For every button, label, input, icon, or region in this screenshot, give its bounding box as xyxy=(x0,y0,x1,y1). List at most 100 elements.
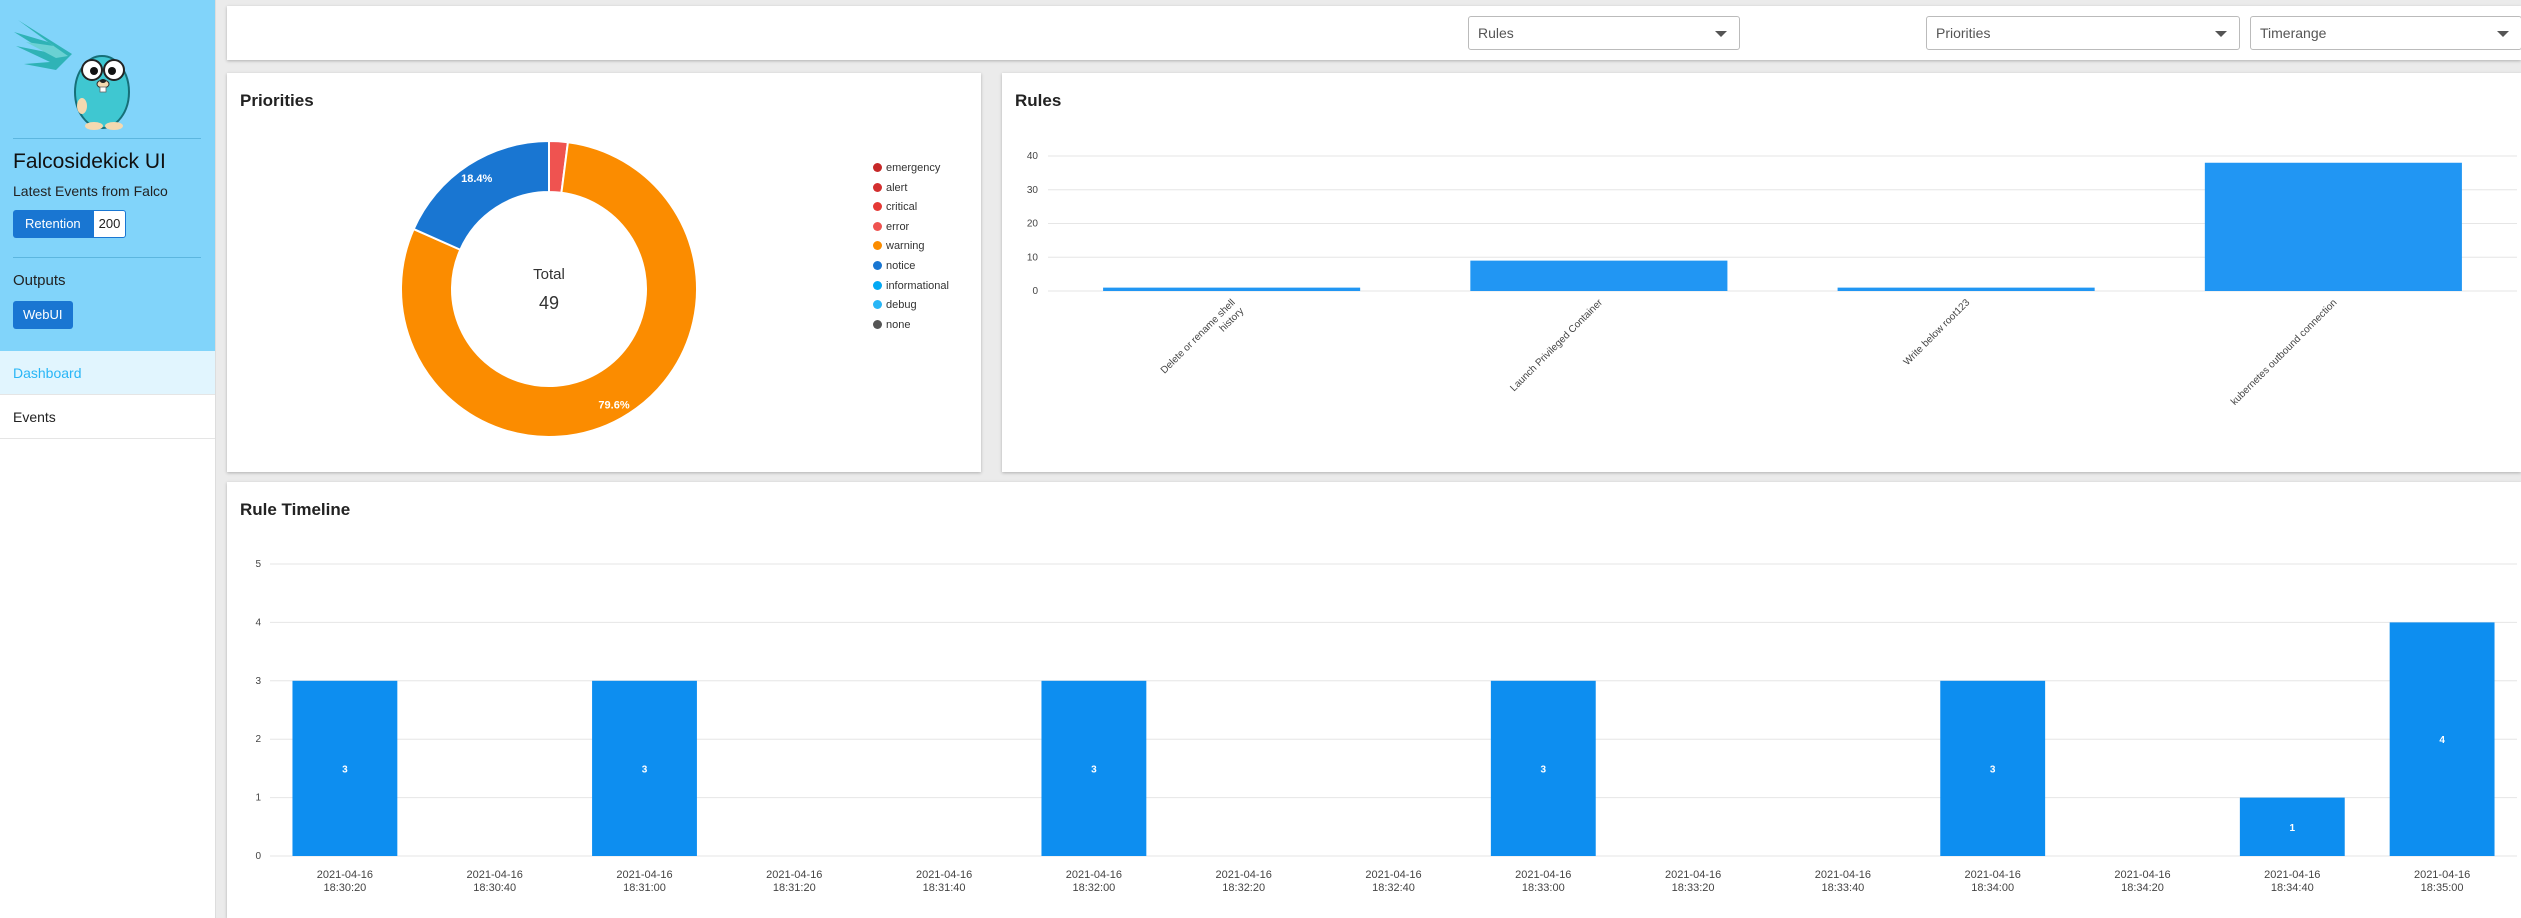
chevron-down-icon xyxy=(2215,31,2227,37)
legend-label: critical xyxy=(886,201,918,214)
x-tick-time: 18:35:00 xyxy=(2421,882,2464,894)
rule-timeline-chart: 01234532021-04-1618:30:202021-04-1618:30… xyxy=(255,559,2517,894)
x-tick-date: 2021-04-16 xyxy=(766,869,822,881)
x-tick-time: 18:32:40 xyxy=(1372,882,1415,894)
legend-label: notice xyxy=(886,259,916,272)
divider xyxy=(13,138,201,139)
x-tick-time: 18:32:20 xyxy=(1222,882,1265,894)
bar-value-label: 3 xyxy=(1091,764,1097,775)
legend-label: emergency xyxy=(886,162,941,174)
x-tick-label: kubernetes outbound connection xyxy=(2229,297,2339,407)
chevron-down-icon xyxy=(2497,31,2509,37)
chevron-down-icon xyxy=(1715,31,1727,37)
legend-item[interactable]: notice xyxy=(873,257,949,277)
y-tick-label: 20 xyxy=(1027,219,1039,230)
y-tick-label: 1 xyxy=(255,793,261,804)
x-tick-date: 2021-04-16 xyxy=(2414,869,2470,881)
x-tick-date: 2021-04-16 xyxy=(2114,869,2170,881)
output-webui-button[interactable]: WebUI xyxy=(13,301,73,329)
app-title: Falcosidekick UI xyxy=(13,150,166,173)
bar-value-label: 4 xyxy=(2439,735,2445,746)
x-tick-date: 2021-04-16 xyxy=(317,869,373,881)
legend-label: alert xyxy=(886,181,908,194)
priorities-select-label: Priorities xyxy=(1936,25,1991,41)
bar-value-label: 3 xyxy=(1990,764,1996,775)
retention-button[interactable]: Retention xyxy=(13,210,93,238)
y-tick-label: 10 xyxy=(1027,252,1039,263)
nav-item-events[interactable]: Events xyxy=(0,395,215,439)
x-tick-date: 2021-04-16 xyxy=(1515,869,1571,881)
legend-item[interactable]: none xyxy=(873,316,949,336)
donut-slice-label: 79.6% xyxy=(598,399,629,411)
timerange-select-label: Timerange xyxy=(2260,25,2327,41)
x-tick-label: Delete or rename shellhistory xyxy=(1159,297,1246,384)
sidebar: Falcosidekick UI Latest Events from Falc… xyxy=(0,0,216,918)
x-tick-date: 2021-04-16 xyxy=(916,869,972,881)
donut-total-value: 49 xyxy=(539,293,559,313)
x-tick-date: 2021-04-16 xyxy=(1066,869,1122,881)
legend-swatch xyxy=(873,241,882,251)
priorities-donut-chart: Total 49 79.6% 18.4% xyxy=(400,139,698,438)
donut-slice-notice xyxy=(412,139,550,252)
x-tick-time: 18:31:00 xyxy=(623,882,666,894)
legend-item[interactable]: critical xyxy=(873,198,949,218)
bar-value-label: 1 xyxy=(2290,823,2296,834)
legend-item[interactable]: alert xyxy=(873,179,949,199)
y-tick-label: 4 xyxy=(255,617,261,628)
rules-select[interactable]: Rules xyxy=(1468,16,1740,50)
y-tick-label: 40 xyxy=(1027,151,1039,162)
priorities-select[interactable]: Priorities xyxy=(1926,16,2240,50)
legend-label: none xyxy=(886,318,911,331)
rules-bar-chart: 0 10 20 30 40 Delete or rename shellhistory La… xyxy=(1027,151,2517,408)
bar xyxy=(1470,260,1728,291)
timerange-select[interactable]: Timerange xyxy=(2250,16,2521,50)
rules-card: Rules 0 10 20 30 40 Delete or rename shellhis… xyxy=(1002,73,2521,472)
x-tick-time: 18:32:00 xyxy=(1072,882,1115,894)
x-tick-time: 18:33:20 xyxy=(1672,882,1715,894)
x-tick-label: Write below root123 xyxy=(1902,297,1973,368)
legend-label: warning xyxy=(886,240,925,253)
y-tick-label: 30 xyxy=(1027,185,1039,196)
bar-value-label: 3 xyxy=(342,764,348,775)
legend-label: error xyxy=(886,220,910,233)
x-tick-time: 18:34:00 xyxy=(1971,882,2014,894)
nav-item-dashboard[interactable]: Dashboard xyxy=(0,351,215,395)
rules-select-label: Rules xyxy=(1478,25,1514,41)
x-tick-time: 18:33:00 xyxy=(1522,882,1565,894)
legend-swatch xyxy=(873,260,882,270)
sidebar-header: Falcosidekick UI Latest Events from Falc… xyxy=(0,0,215,351)
priorities-card: Priorities Total 49 79.6% 18.4% emergency… xyxy=(227,73,981,472)
legend-label: debug xyxy=(886,299,917,312)
app-subtitle: Latest Events from Falco xyxy=(13,183,168,199)
x-tick-time: 18:31:20 xyxy=(773,882,816,894)
x-tick-date: 2021-04-16 xyxy=(1965,869,2021,881)
y-tick-label: 3 xyxy=(255,676,261,687)
x-tick-date: 2021-04-16 xyxy=(1665,869,1721,881)
legend-swatch xyxy=(873,221,882,231)
filter-bar: Rules Priorities Timerange xyxy=(227,6,2521,60)
legend-swatch xyxy=(873,163,882,172)
x-tick-time: 18:30:20 xyxy=(323,882,366,894)
bar-value-label: 3 xyxy=(642,764,648,775)
priorities-legend: emergency alert critical error warning notice… xyxy=(873,159,949,335)
x-tick-time: 18:31:40 xyxy=(923,882,966,894)
legend-label: informational xyxy=(886,279,949,292)
legend-item[interactable]: error xyxy=(873,218,949,238)
x-tick-time: 18:33:40 xyxy=(1821,882,1864,894)
legend-swatch xyxy=(873,202,882,212)
bar xyxy=(1837,287,2095,291)
bar xyxy=(1103,287,1361,291)
y-tick-label: 2 xyxy=(255,734,261,745)
x-tick-time: 18:34:40 xyxy=(2271,882,2314,894)
legend-item[interactable]: debug xyxy=(873,296,949,316)
legend-item[interactable]: informational xyxy=(873,277,949,297)
x-tick-date: 2021-04-16 xyxy=(1815,869,1871,881)
retention-value[interactable]: 200 xyxy=(92,210,127,238)
legend-swatch xyxy=(873,182,882,192)
divider xyxy=(13,257,201,258)
legend-item[interactable]: warning xyxy=(873,237,949,257)
x-tick-date: 2021-04-16 xyxy=(1216,869,1272,881)
legend-item[interactable]: emergency xyxy=(873,159,949,179)
x-tick-date: 2021-04-16 xyxy=(467,869,523,881)
donut-slice-label: 18.4% xyxy=(461,173,492,185)
